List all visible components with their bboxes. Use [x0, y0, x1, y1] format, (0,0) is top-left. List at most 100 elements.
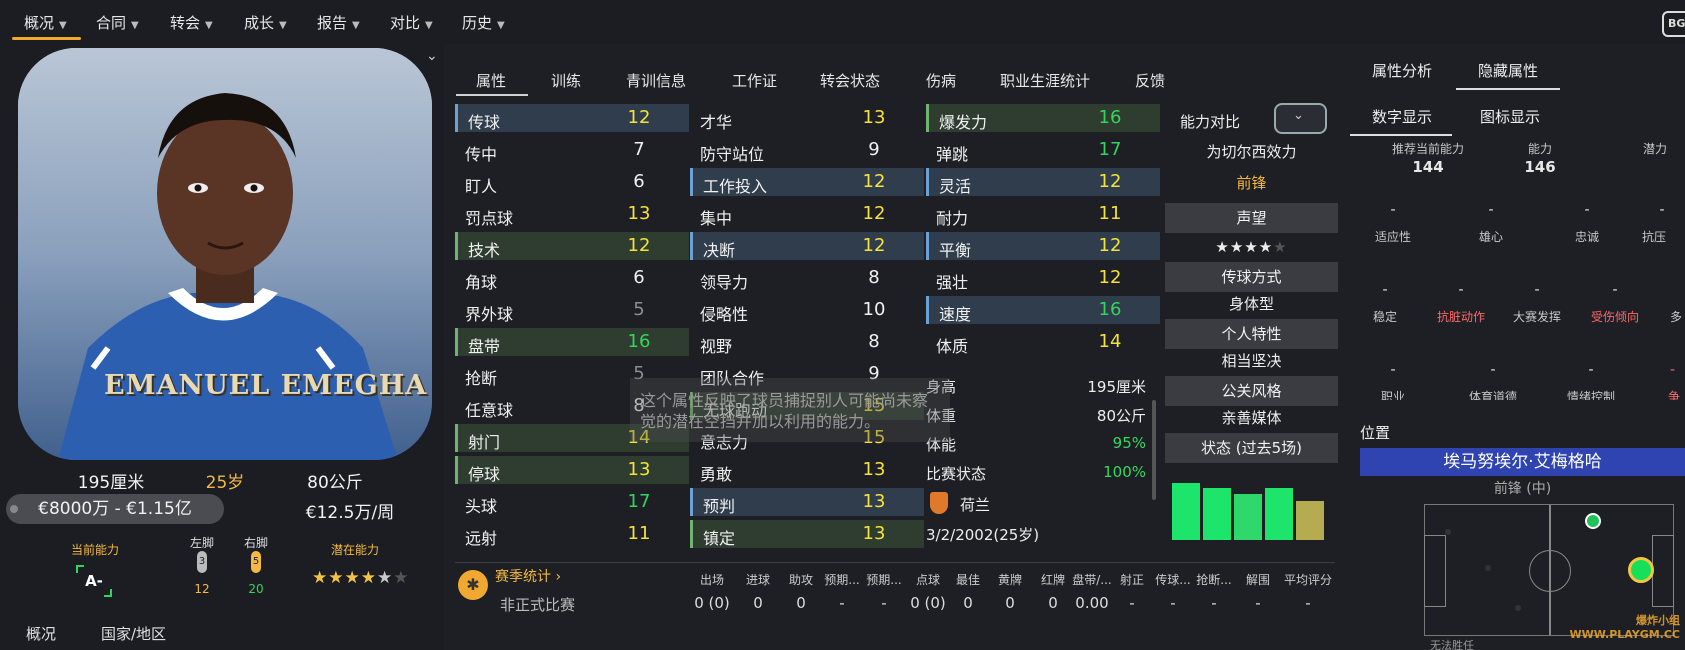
active-sub-tab-indicator	[1350, 134, 1452, 136]
attr-row[interactable]: 速度 16	[926, 296, 1160, 324]
season-stat-value: -	[881, 594, 887, 612]
bottom-tab-overview[interactable]: 概况	[26, 623, 56, 644]
dirtiness-value: -	[1458, 282, 1464, 298]
attr-row[interactable]: 体质 14	[926, 328, 1160, 356]
tab-transfer-status[interactable]: 转会状态	[820, 70, 880, 91]
attr-row[interactable]: 决断 12	[690, 232, 924, 260]
attr-row[interactable]: 平衡 12	[926, 232, 1160, 260]
season-stat-header[interactable]: 预期...	[864, 571, 904, 588]
season-stat-header[interactable]: 助攻	[782, 571, 820, 588]
pitch-center-circle	[1529, 550, 1571, 592]
tab-career-stats[interactable]: 职业生涯统计	[1000, 70, 1090, 91]
tab-youth-info[interactable]: 青训信息	[626, 70, 686, 91]
important-matches-label: 大赛发挥	[1512, 310, 1561, 324]
attr-row[interactable]: 灵活 12	[926, 168, 1160, 196]
attr-value: 12	[1098, 267, 1122, 288]
corner-badge[interactable]: BG	[1662, 11, 1685, 37]
season-stat-header[interactable]: 解围	[1239, 571, 1277, 588]
consistency-value: -	[1382, 282, 1388, 298]
attr-row[interactable]: 集中 12	[690, 200, 924, 228]
season-stat-value: 0	[1005, 594, 1015, 612]
attr-row[interactable]: 传球 12	[455, 104, 689, 132]
ambition-label: 雄心	[1478, 230, 1503, 244]
attr-row[interactable]: 预判 13	[690, 488, 924, 516]
nav-transfer[interactable]: 转会 ▼	[170, 12, 213, 33]
attr-row[interactable]: 侵略性 10	[690, 296, 924, 324]
attr-label: 任意球	[465, 401, 514, 420]
attr-row[interactable]: 爆发力 16	[926, 104, 1160, 132]
nav-overview[interactable]: 概况 ▼	[24, 12, 67, 33]
info-nation[interactable]: 荷兰	[960, 494, 990, 515]
nav-contract[interactable]: 合同 ▼	[96, 12, 139, 33]
attr-row[interactable]: 头球 17	[455, 488, 689, 516]
nav-reports[interactable]: 报告 ▼	[317, 12, 360, 33]
season-row-label: 非正式比赛	[500, 596, 576, 614]
attr-row[interactable]: 盯人 6	[455, 168, 689, 196]
season-stat-header[interactable]: 出场	[692, 571, 732, 588]
form-bar	[1265, 488, 1293, 540]
temperament-value: -	[1588, 362, 1594, 378]
attr-row[interactable]: 角球 6	[455, 264, 689, 292]
effort-label: 为切尔西效力	[1206, 143, 1297, 161]
collapse-chevron-icon[interactable]: ⌄	[426, 48, 438, 64]
attr-row[interactable]: 镇定 13	[690, 520, 924, 548]
attr-row[interactable]: 盘带 16	[455, 328, 689, 356]
attr-row[interactable]: 耐力 11	[926, 200, 1160, 228]
attr-row[interactable]: 才华 13	[690, 104, 924, 132]
season-stat-header[interactable]: 抢断...	[1194, 571, 1234, 588]
attr-row[interactable]: 停球 13	[455, 456, 689, 484]
top-nav: 概况 ▼ 合同 ▼ 转会 ▼ 成长 ▼ 报告 ▼ 对比 ▼ 历史 ▼ BG	[0, 0, 1685, 44]
attr-row[interactable]: 弹跳 17	[926, 136, 1160, 164]
nav-compare[interactable]: 对比 ▼	[390, 12, 433, 33]
attr-value: 13	[862, 523, 886, 544]
season-stat-header[interactable]: 平均评分	[1280, 571, 1336, 588]
comparison-dropdown[interactable]: ⌄	[1274, 103, 1327, 134]
attr-label: 停球	[468, 465, 501, 484]
tab-numeric-display[interactable]: 数字显示	[1372, 106, 1432, 127]
attr-label: 耐力	[936, 209, 969, 228]
info-scrollbar[interactable]	[1152, 400, 1156, 500]
attr-value: 14	[1098, 331, 1122, 352]
passing-style-value: 身体型	[1228, 295, 1274, 313]
season-stat-header[interactable]: 预期...	[822, 571, 862, 588]
tab-attributes[interactable]: 属性	[476, 70, 506, 91]
tab-work-permit[interactable]: 工作证	[732, 70, 777, 91]
attr-row[interactable]: 传中 7	[455, 136, 689, 164]
season-stats-title[interactable]: 赛季统计 ›	[495, 566, 561, 586]
tab-training[interactable]: 训练	[551, 70, 581, 91]
tab-attribute-analysis[interactable]: 属性分析	[1372, 60, 1432, 81]
attr-row[interactable]: 工作投入 12	[690, 168, 924, 196]
attr-row[interactable]: 强壮 12	[926, 264, 1160, 292]
nav-history[interactable]: 历史 ▼	[462, 12, 505, 33]
attr-value: 13	[627, 203, 651, 224]
bottom-tab-nation[interactable]: 国家/地区	[101, 623, 166, 644]
nav-development[interactable]: 成长 ▼	[244, 12, 287, 33]
attr-row[interactable]: 勇敢 13	[690, 456, 924, 484]
chevron-right-icon: ›	[551, 569, 562, 585]
attr-row[interactable]: 视野 8	[690, 328, 924, 356]
attr-row[interactable]: 界外球 5	[455, 296, 689, 324]
season-stat-header[interactable]: 红牌	[1034, 571, 1072, 588]
season-stat-value: -	[1211, 594, 1217, 612]
attr-row[interactable]: 领导力 8	[690, 264, 924, 292]
season-stat-header[interactable]: 点球	[909, 571, 947, 588]
season-stat-header[interactable]: 黄牌	[991, 571, 1029, 588]
transfer-value-pill[interactable]: €8000万 - €1.15亿	[6, 494, 224, 524]
attr-row[interactable]: 罚点球 13	[455, 200, 689, 228]
tab-icon-display[interactable]: 图标显示	[1480, 106, 1540, 127]
season-stat-header[interactable]: 传球...	[1153, 571, 1193, 588]
attr-value: 9	[868, 139, 880, 160]
season-stat-header[interactable]: 射正	[1114, 571, 1150, 588]
season-stat-header[interactable]: 盘带/...	[1070, 571, 1114, 588]
chevron-down-icon: ▼	[352, 20, 360, 31]
attr-row[interactable]: 防守站位 9	[690, 136, 924, 164]
season-stat-header[interactable]: 最佳	[949, 571, 987, 588]
attr-row[interactable]: 技术 12	[455, 232, 689, 260]
attr-label: 盘带	[468, 337, 501, 356]
tab-injuries[interactable]: 伤病	[926, 70, 956, 91]
tab-feedback[interactable]: 反馈	[1135, 70, 1165, 91]
tab-hidden-attributes[interactable]: 隐藏属性	[1478, 60, 1538, 81]
season-stat-header[interactable]: 进球	[739, 571, 777, 588]
comparison-header: 能力对比	[1180, 113, 1241, 131]
attr-row[interactable]: 远射 11	[455, 520, 689, 548]
